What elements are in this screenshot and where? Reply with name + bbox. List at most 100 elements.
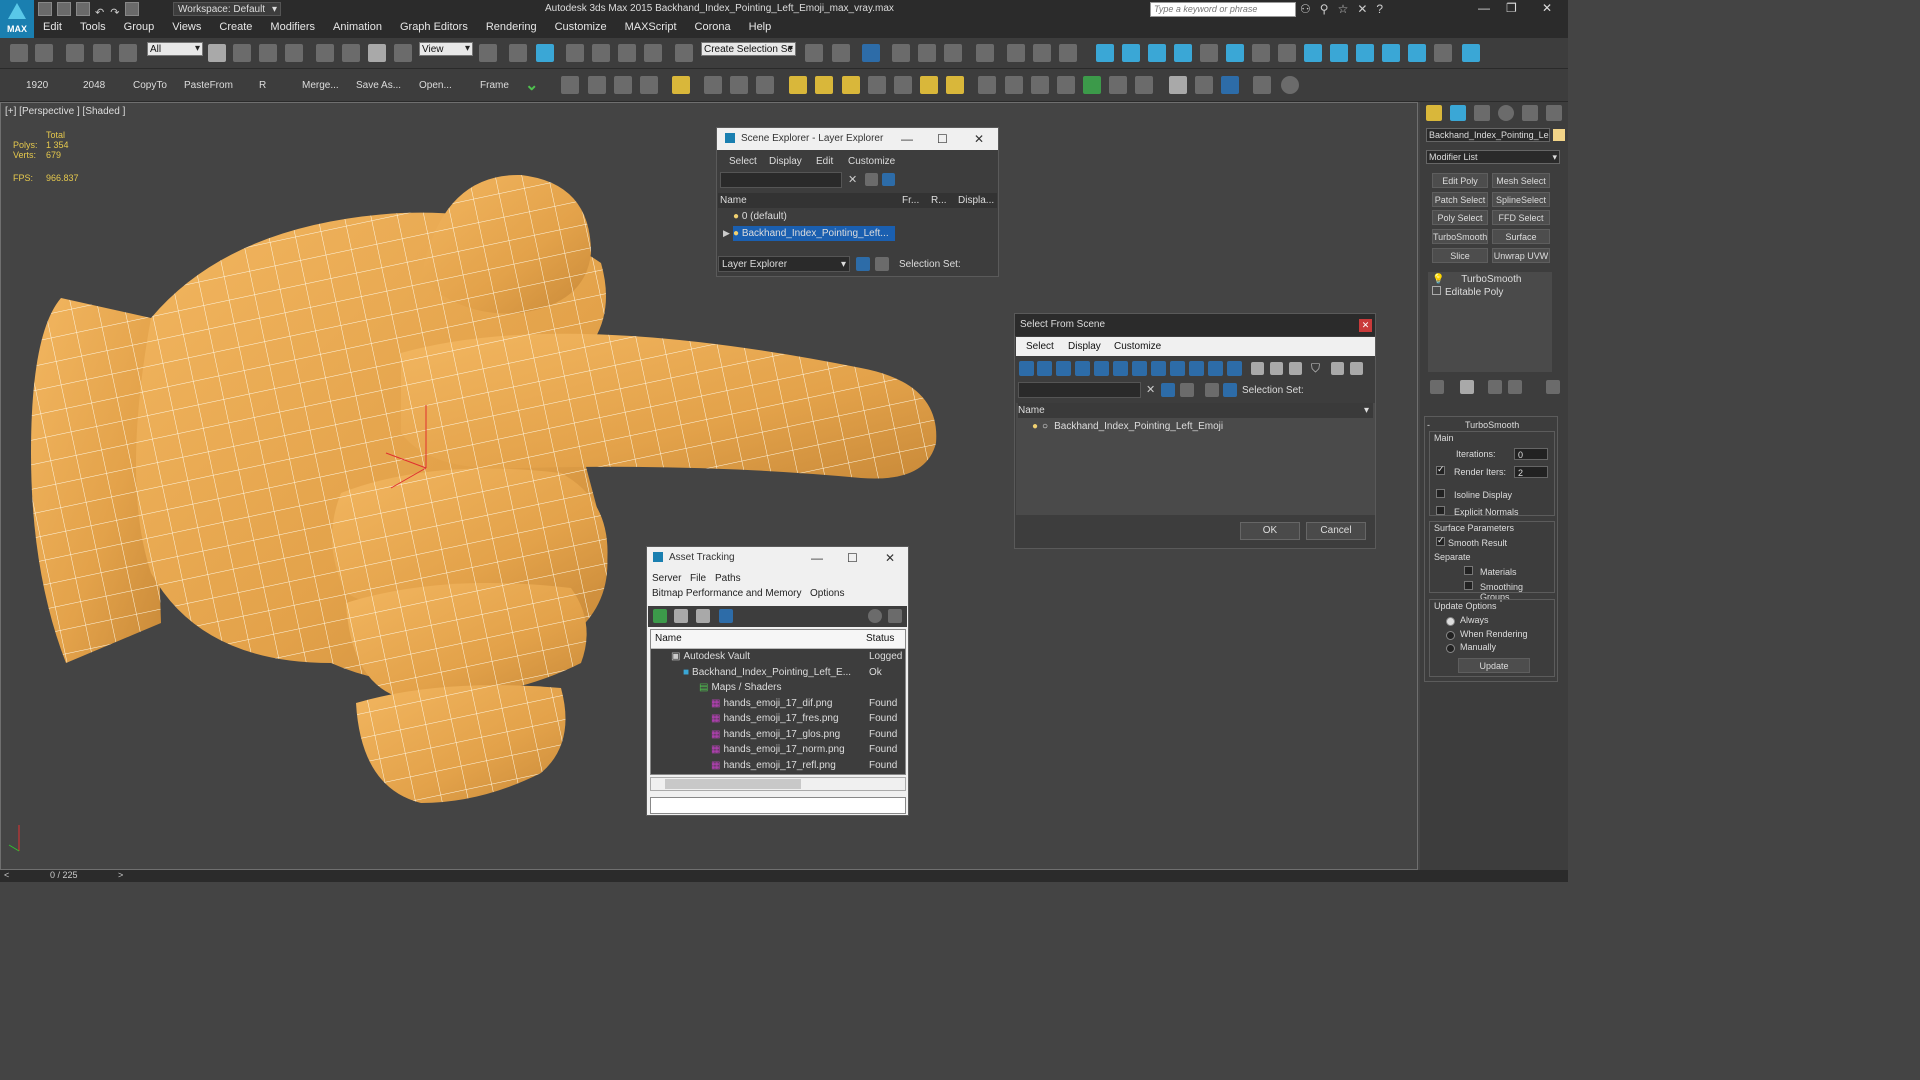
open-icon[interactable] bbox=[57, 2, 71, 16]
chevron-down-icon[interactable]: ▾ bbox=[1364, 403, 1369, 418]
sound-icon[interactable] bbox=[730, 76, 748, 94]
create-tab-icon[interactable] bbox=[1426, 105, 1442, 121]
iterations-spinner[interactable]: 0 bbox=[1514, 448, 1548, 460]
calculator-icon[interactable] bbox=[614, 76, 632, 94]
scene-search-input[interactable] bbox=[1018, 382, 1141, 398]
column-frozen[interactable]: Fr... bbox=[902, 193, 919, 208]
time-slider[interactable]: < 0 / 225 > bbox=[0, 870, 1568, 882]
res-2048-button[interactable]: 2048 bbox=[83, 80, 105, 91]
layer-row-backhand[interactable]: ● Backhand_Index_Pointing_Left... bbox=[733, 226, 895, 241]
remove-modifier-icon[interactable] bbox=[1508, 380, 1522, 394]
vray-mesh-export-icon[interactable] bbox=[1330, 44, 1348, 62]
angle-snap-icon[interactable] bbox=[592, 44, 610, 62]
rotate-icon[interactable] bbox=[342, 44, 360, 62]
sort-icon[interactable] bbox=[1350, 362, 1363, 375]
manually-radio[interactable] bbox=[1446, 644, 1455, 653]
snaps-toggle-icon[interactable] bbox=[566, 44, 584, 62]
mirror-icon[interactable] bbox=[805, 44, 823, 62]
close-button[interactable]: ✕ bbox=[1359, 319, 1372, 332]
asset-row[interactable]: ▤ Maps / Shaders bbox=[699, 680, 857, 695]
always-radio[interactable] bbox=[1446, 617, 1455, 626]
move-icon[interactable] bbox=[316, 44, 334, 62]
refresh-icon[interactable] bbox=[653, 609, 667, 623]
layer-row-default[interactable]: ● 0 (default) bbox=[733, 209, 893, 224]
open-button[interactable]: Open... bbox=[419, 80, 452, 91]
list-view-icon[interactable] bbox=[674, 609, 688, 623]
vray-frame-buffer-icon[interactable] bbox=[1278, 44, 1296, 62]
object-name-field[interactable]: Backhand_Index_Pointing_Le bbox=[1426, 128, 1550, 142]
asset-row[interactable]: ▦ hands_emoji_17_refl.png bbox=[711, 758, 857, 773]
hierarchy-tab-icon[interactable] bbox=[1474, 105, 1490, 121]
cancel-button[interactable]: Cancel bbox=[1306, 522, 1366, 540]
clear-search-icon[interactable]: ✕ bbox=[1146, 383, 1155, 396]
save-icon[interactable] bbox=[76, 2, 90, 16]
expand-icon[interactable] bbox=[1432, 286, 1441, 295]
select-object-icon[interactable] bbox=[208, 44, 226, 62]
project-icon[interactable] bbox=[125, 2, 140, 16]
turbosmooth-button[interactable]: TurboSmooth bbox=[1432, 229, 1488, 244]
unlink-icon[interactable] bbox=[93, 44, 111, 62]
menu-customize[interactable]: Customize bbox=[546, 19, 616, 33]
settings-icon[interactable] bbox=[888, 609, 902, 623]
material-editor-icon[interactable] bbox=[976, 44, 994, 62]
sort-by-layer-icon[interactable] bbox=[856, 257, 870, 271]
rollout-title[interactable]: TurboSmooth bbox=[1465, 420, 1519, 430]
pastefrom-button[interactable]: PasteFrom bbox=[184, 80, 233, 91]
app-logo[interactable]: MAX bbox=[0, 0, 34, 38]
layer-icon[interactable] bbox=[882, 173, 895, 186]
percent-snap-icon[interactable] bbox=[618, 44, 636, 62]
select-by-name-icon[interactable] bbox=[233, 44, 251, 62]
filter-shapes-icon[interactable] bbox=[1037, 361, 1052, 376]
help-icon[interactable] bbox=[868, 609, 882, 623]
selection-set-icon[interactable] bbox=[1180, 383, 1194, 397]
star-icon[interactable]: ☆ bbox=[1338, 2, 1358, 16]
display-none-icon[interactable] bbox=[1270, 362, 1283, 375]
maximize-button[interactable]: ☐ bbox=[847, 551, 858, 565]
options-icon[interactable] bbox=[865, 173, 878, 186]
chevrons-down-icon[interactable]: ⌄ bbox=[525, 75, 538, 95]
make-unique-icon[interactable] bbox=[1488, 380, 1502, 394]
vray-settings-icon[interactable] bbox=[1382, 44, 1400, 62]
time-slider-next[interactable]: > bbox=[118, 870, 123, 880]
asset-row[interactable]: ■ Backhand_Index_Pointing_Left_E... bbox=[683, 665, 857, 680]
save-as-button[interactable]: Save As... bbox=[356, 80, 401, 91]
stack-item-editable-poly[interactable]: Editable Poly bbox=[1432, 285, 1552, 300]
display-all-icon[interactable] bbox=[1251, 362, 1264, 375]
gear-icon[interactable] bbox=[704, 76, 722, 94]
modifier-list-dropdown[interactable]: Modifier List ▾ bbox=[1426, 150, 1560, 164]
filter-icon[interactable]: ⛉ bbox=[1311, 361, 1320, 376]
plant-icon[interactable] bbox=[1083, 76, 1101, 94]
bind-spacewarp-icon[interactable] bbox=[119, 44, 137, 62]
menu-create[interactable]: Create bbox=[210, 19, 261, 33]
expand-arrow-icon[interactable]: ▶ bbox=[723, 228, 730, 239]
update-button[interactable]: Update bbox=[1458, 658, 1530, 673]
box-icon[interactable] bbox=[789, 76, 807, 94]
slice-button[interactable]: Slice bbox=[1432, 248, 1488, 263]
ffd-select-button[interactable]: FFD Select bbox=[1492, 210, 1550, 225]
explicit-normals-checkbox[interactable] bbox=[1436, 506, 1445, 515]
grid-icon[interactable] bbox=[640, 76, 658, 94]
minimize-button[interactable]: — bbox=[811, 551, 823, 565]
palette-icon[interactable] bbox=[1195, 76, 1213, 94]
menu-file[interactable]: File bbox=[690, 573, 706, 584]
column-display[interactable]: Displa... bbox=[958, 193, 994, 208]
search-input[interactable]: Type a keyword or phrase bbox=[1150, 2, 1296, 17]
vray-camera-icon[interactable] bbox=[1148, 44, 1166, 62]
undo-icon[interactable] bbox=[10, 44, 28, 62]
horizontal-scrollbar[interactable] bbox=[650, 777, 906, 791]
chain-icon[interactable] bbox=[756, 76, 774, 94]
smooth-result-checkbox[interactable] bbox=[1436, 535, 1445, 546]
show-end-result-icon[interactable] bbox=[1460, 380, 1474, 394]
menu-edit[interactable]: Edit bbox=[816, 156, 833, 167]
menu-rendering[interactable]: Rendering bbox=[477, 19, 546, 33]
modifier-stack[interactable]: 💡 TurboSmooth Editable Poly bbox=[1428, 272, 1552, 372]
pot-icon[interactable] bbox=[868, 76, 886, 94]
window-crossing-icon[interactable] bbox=[285, 44, 303, 62]
time-slider-prev[interactable]: < bbox=[4, 870, 9, 880]
menu-group[interactable]: Group bbox=[115, 19, 164, 33]
render-setup-icon[interactable] bbox=[1007, 44, 1025, 62]
vray-sphere-icon[interactable] bbox=[1252, 44, 1270, 62]
scatter-icon[interactable] bbox=[978, 76, 996, 94]
menu-select[interactable]: Select bbox=[1026, 341, 1054, 352]
menu-maxscript[interactable]: MAXScript bbox=[616, 19, 686, 33]
